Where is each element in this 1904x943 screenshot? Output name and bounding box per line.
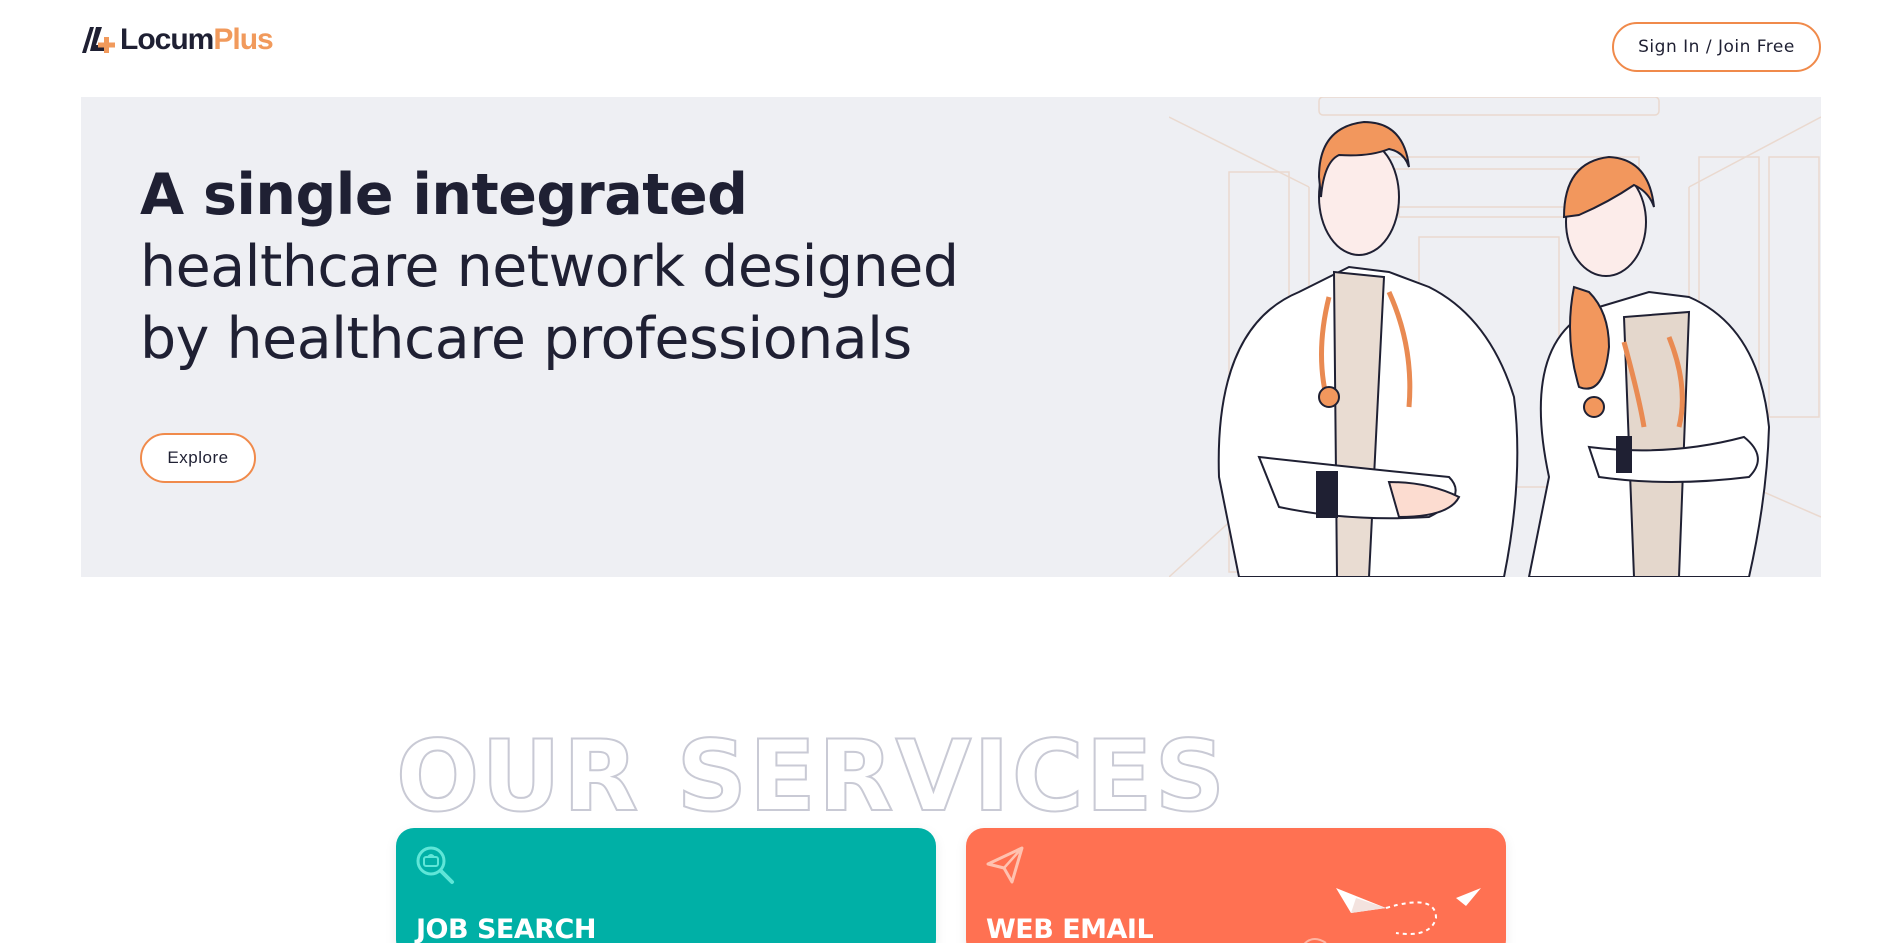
hero-title: A single integrated healthcare network d… bbox=[140, 159, 1040, 375]
hero-title-line3: by healthcare professionals bbox=[140, 306, 912, 372]
service-card-job-search[interactable]: JOB SEARCH bbox=[396, 828, 936, 943]
service-card-title: JOB SEARCH bbox=[416, 914, 596, 943]
logo[interactable]: LocumPlus bbox=[80, 22, 274, 58]
doctors-illustration bbox=[1169, 97, 1821, 577]
hero-title-bold: A single integrated bbox=[140, 162, 748, 228]
job-search-icon bbox=[416, 846, 454, 884]
logo-text: LocumPlus bbox=[120, 23, 274, 56]
paper-plane-icon bbox=[986, 846, 1024, 884]
explore-button[interactable]: Explore bbox=[140, 433, 256, 483]
service-card-web-email[interactable]: WEB EMAIL bbox=[966, 828, 1506, 943]
services-heading: OUR SERVICES bbox=[395, 720, 1228, 834]
hero-title-line2: healthcare network designed bbox=[140, 234, 959, 300]
logo-mark-icon bbox=[82, 27, 115, 53]
paper-planes-decoration-icon bbox=[1303, 888, 1481, 943]
signin-join-button[interactable]: Sign In / Join Free bbox=[1612, 22, 1821, 72]
service-card-title: WEB EMAIL bbox=[986, 914, 1154, 943]
hero-banner: A single integrated healthcare network d… bbox=[81, 97, 1821, 577]
